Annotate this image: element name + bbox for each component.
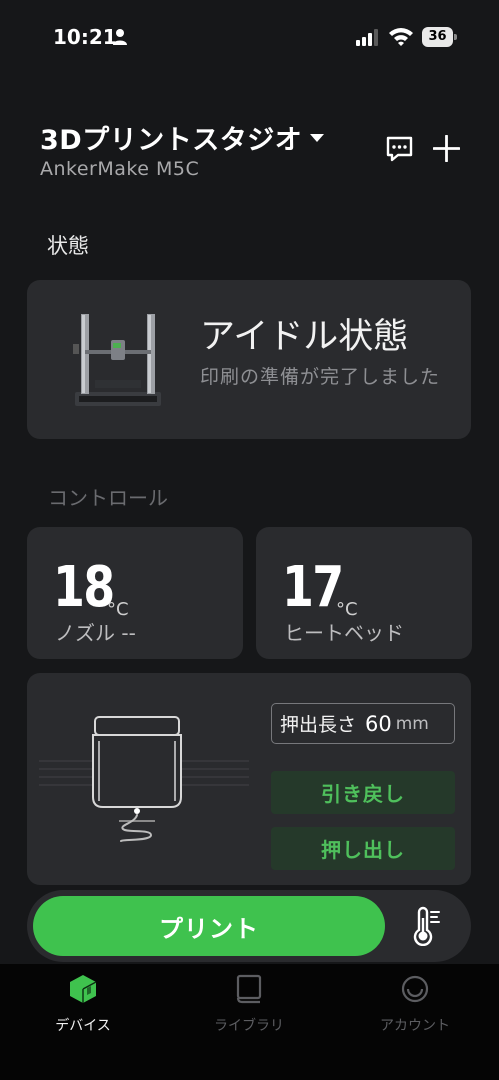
tab-devices-label: デバイス [55, 1018, 111, 1034]
device-title: 3Dプリントスタジオ [40, 125, 303, 156]
battery-level: 36 [422, 27, 453, 47]
plus-icon[interactable] [433, 135, 460, 162]
caret-down-icon [310, 133, 325, 142]
control-heading: コントロール [48, 486, 168, 510]
bed-temp-label: ヒートベッド [284, 621, 404, 645]
status-card: アイドル状態 印刷の準備が完了しました [27, 280, 471, 439]
extrude-card: 押出長さ 60 mm 引き戻し 押し出し [27, 673, 471, 885]
retract-button[interactable]: 引き戻し [271, 771, 455, 814]
bed-temp-value: 17 [282, 555, 344, 620]
message-icon[interactable] [386, 136, 413, 162]
status-heading: 状態 [47, 234, 89, 258]
battery-icon: 36 [422, 27, 458, 47]
status-description: 印刷の準備が完了しました [200, 366, 441, 388]
book-icon [236, 974, 262, 1004]
status-time: 10:21 [53, 25, 117, 49]
tab-library[interactable]: ライブラリ [179, 970, 319, 1040]
printer-image [73, 314, 161, 406]
status-bar: 10:21 36 [0, 0, 499, 76]
tab-bar: デバイス ライブラリ アカウント [0, 964, 499, 1080]
device-model: AnkerMake M5C [40, 158, 200, 180]
nozzle-temp-label: ノズル -- [55, 621, 136, 645]
bed-temp-card[interactable]: 17 °C ヒートベッド [256, 527, 472, 659]
account-icon [401, 975, 429, 1003]
tab-account-label: アカウント [380, 1018, 450, 1034]
extrude-button[interactable]: 押し出し [271, 827, 455, 870]
extrude-length-unit: mm [395, 713, 429, 734]
thermometer-icon[interactable] [410, 906, 442, 946]
tab-library-label: ライブラリ [214, 1018, 284, 1034]
print-bar: プリント [27, 890, 471, 962]
cube-icon [70, 975, 97, 1003]
extrude-length-label: 押出長さ [280, 714, 357, 736]
print-button[interactable]: プリント [33, 896, 385, 956]
signal-icon [356, 29, 378, 46]
extrude-length-selector[interactable]: 押出長さ 60 mm [271, 703, 455, 744]
device-selector[interactable]: 3Dプリントスタジオ [40, 118, 325, 157]
nozzle-temp-value: 18 [53, 555, 115, 620]
extrude-length-value: 60 [365, 711, 392, 736]
wifi-icon [389, 28, 413, 46]
tab-devices[interactable]: デバイス [13, 970, 153, 1040]
tab-account[interactable]: アカウント [345, 970, 485, 1040]
nozzle-temp-card[interactable]: 18 °C ノズル -- [27, 527, 243, 659]
extruder-illustration [39, 716, 249, 842]
person-icon [113, 29, 127, 45]
status-title: アイドル状態 [200, 317, 409, 357]
